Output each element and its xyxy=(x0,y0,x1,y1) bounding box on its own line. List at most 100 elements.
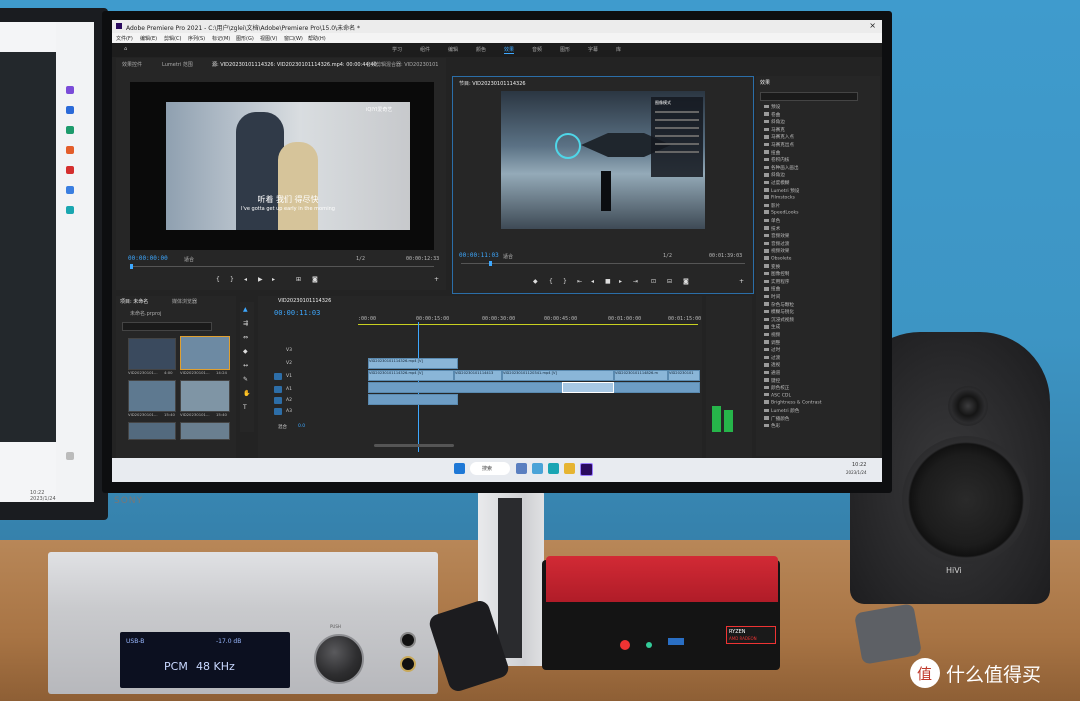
effects-tree-item[interactable]: 视频效果 xyxy=(764,248,789,254)
razor-icon[interactable]: ◆ xyxy=(243,348,248,355)
menu-clip[interactable]: 剪辑(C) xyxy=(164,35,181,42)
track-target-a2[interactable] xyxy=(274,397,282,404)
workspace-captions[interactable]: 字幕 xyxy=(588,46,598,53)
project-clip-thumbnail[interactable] xyxy=(180,422,230,440)
project-clip-thumbnail[interactable] xyxy=(128,380,176,412)
widgets-icon[interactable] xyxy=(532,463,543,474)
effects-tree-item[interactable]: 视频 xyxy=(764,332,780,338)
add-button-icon[interactable]: + xyxy=(434,276,439,283)
effects-tree-item[interactable]: 扭曲 xyxy=(764,286,780,292)
effects-tree-item[interactable]: 卷积内核 xyxy=(764,157,789,163)
step-back-icon[interactable]: ◂ xyxy=(244,276,247,283)
sidebar-app-icon[interactable] xyxy=(66,86,74,94)
tab-lumetri-scopes[interactable]: Lumetri 范围 xyxy=(162,61,193,68)
effects-tree-item[interactable]: Lumetri 颜色 xyxy=(764,408,799,414)
play-icon[interactable]: ▶ xyxy=(258,276,263,283)
camera-icon[interactable]: ◙ xyxy=(312,276,318,283)
effects-tree-item[interactable]: 色彩 xyxy=(764,423,780,429)
file-explorer-icon[interactable] xyxy=(564,463,575,474)
effects-tree-item[interactable]: 单色 xyxy=(764,218,780,224)
effects-tree-item[interactable]: 杂色与颗粒 xyxy=(764,302,794,308)
menu-file[interactable]: 文件(F) xyxy=(116,35,133,42)
effects-tree-item[interactable]: 过渡 xyxy=(764,355,780,361)
pen-tool-icon[interactable]: ✎ xyxy=(243,376,248,383)
menu-edit[interactable]: 编辑(E) xyxy=(140,35,157,42)
program-timecode-in[interactable]: 00:00:11:03 xyxy=(459,252,499,259)
program-resolution[interactable]: 1/2 xyxy=(663,253,672,259)
effects-tree-item[interactable]: 扭曲 xyxy=(764,150,780,156)
source-resolution[interactable]: 1/2 xyxy=(356,256,365,262)
timeline-timecode[interactable]: 00:00:11:03 xyxy=(274,309,320,317)
effects-tree-item[interactable]: 斜角边 xyxy=(764,172,785,178)
track-select-icon[interactable]: ⇶ xyxy=(243,320,248,327)
ripple-edit-icon[interactable]: ⇔ xyxy=(243,334,248,341)
effects-tree-item[interactable]: 颜色校正 xyxy=(764,385,789,391)
project-search-input[interactable] xyxy=(122,322,212,331)
effects-tree-item[interactable]: Filmstocks xyxy=(764,195,795,200)
go-to-out-icon[interactable]: ⇥ xyxy=(633,278,638,285)
effects-tree-item[interactable]: 预设 xyxy=(764,104,780,110)
effects-tree-item[interactable]: 斜角边 xyxy=(764,119,785,125)
menu-sequence[interactable]: 序列(S) xyxy=(188,35,205,42)
effects-tree-item[interactable]: 广播颜色 xyxy=(764,416,789,422)
workspace-audio[interactable]: 音频 xyxy=(532,46,542,53)
program-playhead[interactable] xyxy=(489,261,492,266)
effects-tree-item[interactable]: 时间 xyxy=(764,294,780,300)
effects-tree-item[interactable]: 影片 xyxy=(764,203,780,209)
add-button-icon[interactable]: + xyxy=(739,278,744,285)
menu-view[interactable]: 视图(V) xyxy=(260,35,277,42)
menu-help[interactable]: 帮助(H) xyxy=(308,35,326,42)
workspace-editing[interactable]: 编辑 xyxy=(448,46,458,53)
effects-tree-item[interactable]: 通道 xyxy=(764,370,780,376)
stop-icon[interactable]: ■ xyxy=(605,278,611,285)
effects-tree-item[interactable]: 马赛克入点 xyxy=(764,134,794,140)
workspace-learn[interactable]: 学习 xyxy=(392,46,402,53)
project-clip-thumbnail[interactable] xyxy=(180,380,230,412)
workspace-libraries[interactable]: 库 xyxy=(616,46,621,53)
hand-tool-icon[interactable]: ✋ xyxy=(243,390,250,397)
camera-icon[interactable]: ◙ xyxy=(683,278,689,285)
marker-icon[interactable]: ◆ xyxy=(533,278,538,285)
start-icon[interactable] xyxy=(454,463,465,474)
effects-tree-item[interactable]: 变换 xyxy=(764,264,780,270)
sidebar-app-icon[interactable] xyxy=(66,106,74,114)
effects-tree-item[interactable]: 音频效果 xyxy=(764,233,789,239)
extract-icon[interactable]: ⊟ xyxy=(667,278,672,285)
track-target-v1[interactable] xyxy=(274,373,282,380)
timeline-clip-v1[interactable]: VID20230101114326.mp4 [V] xyxy=(368,370,454,381)
edge-icon[interactable] xyxy=(548,463,559,474)
program-scrubber[interactable] xyxy=(461,263,745,264)
timeline-zoom-scrollbar[interactable] xyxy=(374,444,454,447)
effects-tree-item[interactable]: 图像控制 xyxy=(764,271,789,277)
workspace-graphics[interactable]: 图形 xyxy=(560,46,570,53)
effects-tree-item[interactable]: 卷曲 xyxy=(764,112,780,118)
tab-effect-controls[interactable]: 效果控件 xyxy=(122,61,142,68)
step-back-icon[interactable]: ◂ xyxy=(591,278,594,285)
sidebar-app-icon[interactable] xyxy=(66,186,74,194)
source-fit-dropdown[interactable]: 适合 xyxy=(184,256,194,263)
sidebar-app-icon[interactable] xyxy=(66,206,74,214)
effects-tree-item[interactable]: 过时 xyxy=(764,347,780,353)
timeline-audio-a2[interactable] xyxy=(368,394,458,405)
effects-tree-item[interactable]: 调整 xyxy=(764,340,780,346)
source-timecode-in[interactable]: 00:00:00:00 xyxy=(128,255,168,262)
effects-tree-item[interactable]: 各种画入画出 xyxy=(764,165,799,171)
tab-program[interactable]: 节目: VID20230101114326 xyxy=(459,80,526,87)
menu-markers[interactable]: 标记(M) xyxy=(212,35,230,42)
timeline-clip-v1[interactable]: VID20230101114826.m xyxy=(614,370,668,381)
tab-source[interactable]: 源: VID20230101114326: VID20230101114326.… xyxy=(212,61,377,68)
timeline-clip-v2[interactable]: VID20230101114326.mp4 [V] xyxy=(368,358,458,369)
timeline-clip-v1[interactable]: VID20230101 xyxy=(668,370,700,381)
step-forward-icon[interactable]: ▸ xyxy=(272,276,275,283)
effects-tree-item[interactable]: 技术 xyxy=(764,226,780,232)
tab-project[interactable]: 项目: 未命名 xyxy=(120,298,148,305)
timeline-clip-v1[interactable]: VID20230101120341.mp4 [V] xyxy=(502,370,614,381)
tab-media-browser[interactable]: 媒体浏览器 xyxy=(172,298,197,305)
taskbar-search[interactable]: 搜索 xyxy=(470,462,510,475)
timeline-audio-selected[interactable] xyxy=(562,382,614,393)
program-fit-dropdown[interactable]: 适合 xyxy=(503,253,513,260)
effects-tree-item[interactable]: 模糊与锐化 xyxy=(764,309,794,315)
slip-tool-icon[interactable]: ↔ xyxy=(243,362,248,369)
effects-tree-item[interactable]: 过度模糊 xyxy=(764,180,789,186)
effects-tree-item[interactable]: 透视 xyxy=(764,362,780,368)
